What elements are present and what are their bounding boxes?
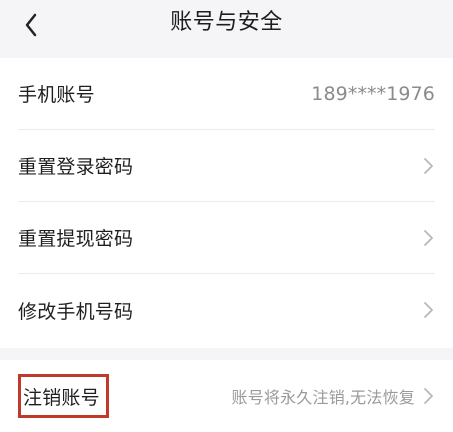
header: 账号与安全 — [0, 0, 453, 58]
section-gap — [0, 348, 453, 360]
cancel-account-right: 账号将永久注销,无法恢复 — [232, 384, 436, 408]
settings-row-reset-withdraw-password[interactable]: 重置提现密码 — [18, 202, 435, 274]
account-action-card: 注销账号 账号将永久注销,无法恢复 — [0, 360, 453, 432]
settings-row-label: 修改手机号码 — [18, 300, 134, 323]
chevron-right-icon — [423, 301, 435, 319]
settings-row-label: 重置登录密码 — [18, 156, 134, 178]
settings-row-reset-login-password[interactable]: 重置登录密码 — [18, 130, 435, 202]
chevron-right-icon — [423, 229, 435, 247]
cancel-account-label: 注销账号 — [23, 386, 100, 409]
cancel-account-row[interactable]: 注销账号 账号将永久注销,无法恢复 — [18, 360, 435, 432]
settings-card: 手机账号 189****1976 重置登录密码 重置提现密码 修改手机号码 — [0, 58, 453, 348]
page-title: 账号与安全 — [170, 10, 283, 35]
cancel-account-highlight: 注销账号 — [18, 374, 109, 418]
settings-row-change-phone[interactable]: 修改手机号码 — [18, 274, 435, 346]
phone-number-value: 189****1976 — [311, 82, 435, 105]
cancel-account-description: 账号将永久注销,无法恢复 — [231, 388, 415, 407]
settings-row-right — [423, 229, 435, 247]
chevron-right-icon — [423, 157, 435, 175]
settings-row-label: 重置提现密码 — [18, 228, 134, 250]
settings-row-label: 手机账号 — [18, 84, 95, 106]
settings-row-right: 189****1976 — [311, 83, 435, 105]
settings-row-right — [423, 157, 435, 175]
settings-row-right — [423, 301, 435, 319]
chevron-right-icon — [423, 387, 435, 405]
account-security-screen: 账号与安全 手机账号 189****1976 重置登录密码 重置提现密码 修改手… — [0, 0, 453, 432]
settings-row-phone[interactable]: 手机账号 189****1976 — [18, 58, 435, 130]
